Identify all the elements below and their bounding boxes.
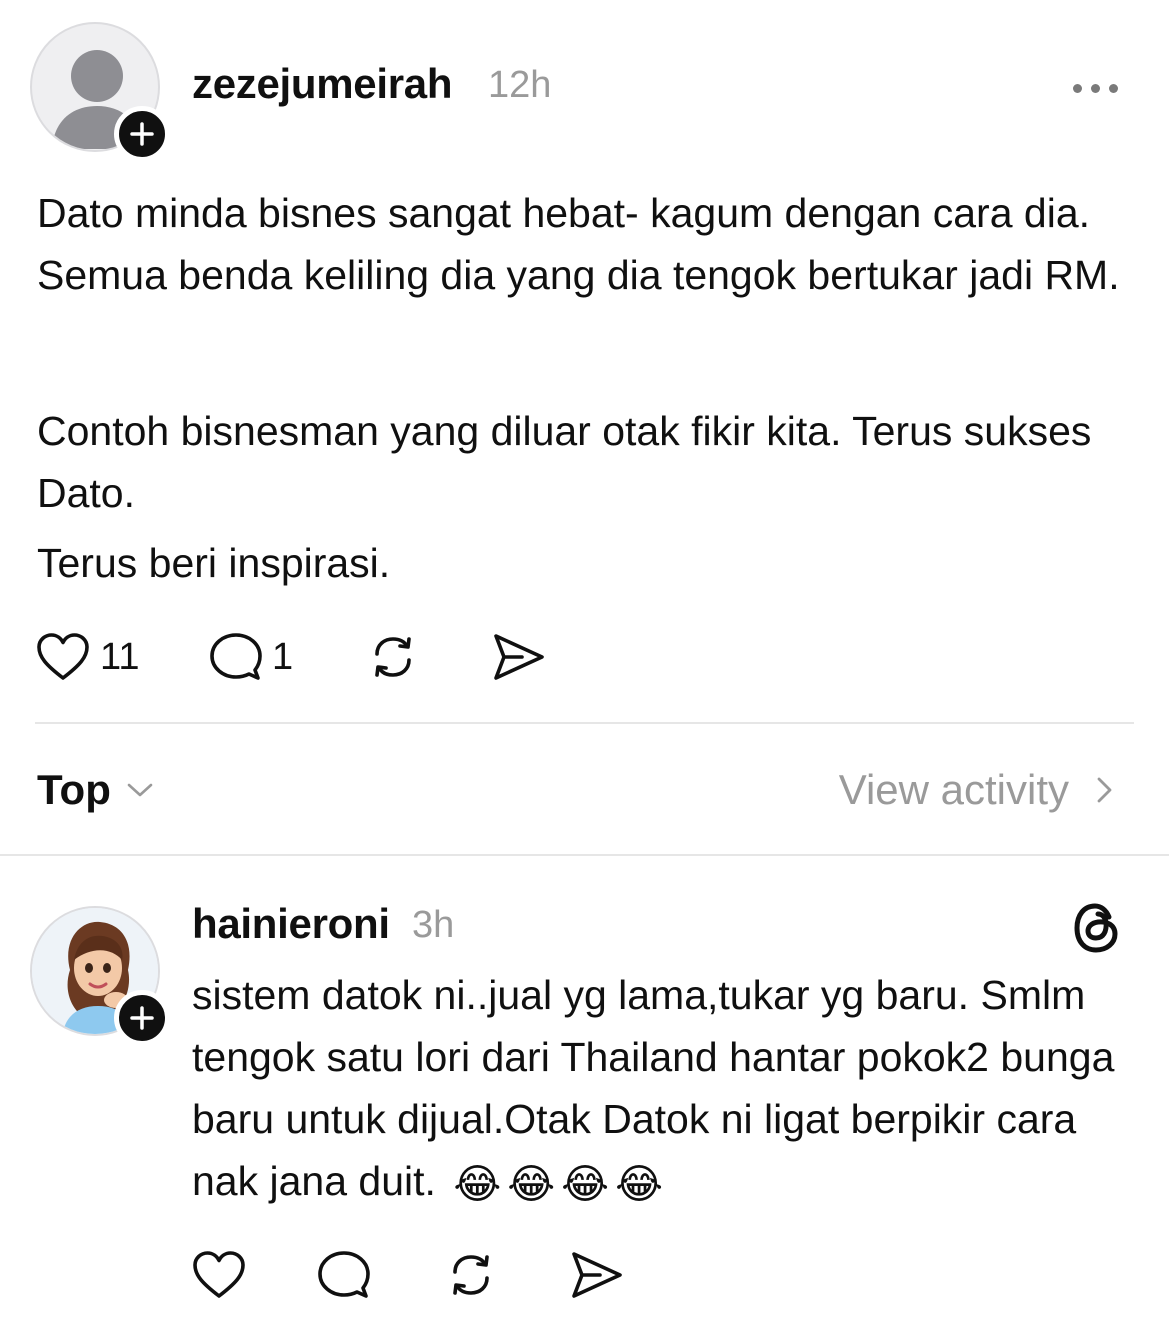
repost-icon [453,1255,489,1295]
follow-button[interactable] [114,106,170,162]
comment-count: 1 [272,635,294,678]
emoji-group: 😂 😂 😂 😂 [453,1153,663,1215]
share-button[interactable] [492,632,546,682]
follow-button[interactable] [114,990,170,1046]
view-activity-label: View activity [838,766,1069,813]
comment-icon [210,633,262,680]
post-time: 12h [488,64,552,106]
plus-icon [130,1006,154,1030]
post-paragraph: Contoh bisnesman yang diluar otak fikir … [37,408,1092,516]
reply-username[interactable]: hainieroni [192,900,390,948]
plus-icon [130,122,154,146]
more-icon[interactable] [1073,78,1123,98]
laughing-emoji: 😂 [615,1161,663,1208]
section-divider [0,854,1169,856]
comment-icon [318,1251,370,1298]
divider [35,722,1134,724]
repost-button[interactable] [444,1248,498,1302]
chevron-down-icon [127,783,153,797]
like-count: 11 [100,635,140,678]
laughing-emoji: 😂 [561,1161,610,1208]
laughing-emoji: 😂 [453,1161,502,1208]
repost-icon [375,637,411,677]
reply-time: 3h [412,904,455,946]
sort-dropdown[interactable]: Top [37,766,157,814]
like-button[interactable] [192,1250,246,1300]
view-activity-link[interactable]: View activity [839,766,1119,814]
laughing-emoji: 😂 [507,1161,556,1208]
post-paragraph: Dato minda bisnes sangat hebat- kagum de… [37,190,1120,298]
heart-icon [193,1251,245,1298]
chevron-right-icon [1097,777,1112,803]
sort-label: Top [37,766,111,813]
repost-button[interactable] [366,630,420,684]
share-button[interactable] [570,1250,624,1300]
post-username[interactable]: zezejumeirah [192,60,452,108]
share-icon [572,1252,622,1298]
comment-button[interactable]: 1 [210,632,293,682]
share-icon [494,634,544,680]
threads-logo-icon[interactable] [1071,900,1123,956]
comment-button[interactable] [318,1250,370,1300]
heart-icon [37,633,89,680]
like-button[interactable]: 11 [36,632,139,682]
post-paragraph: Terus beri inspirasi. [37,540,391,586]
reply-body: sistem datok ni..jual yg lama,tukar yg b… [192,964,1142,1215]
